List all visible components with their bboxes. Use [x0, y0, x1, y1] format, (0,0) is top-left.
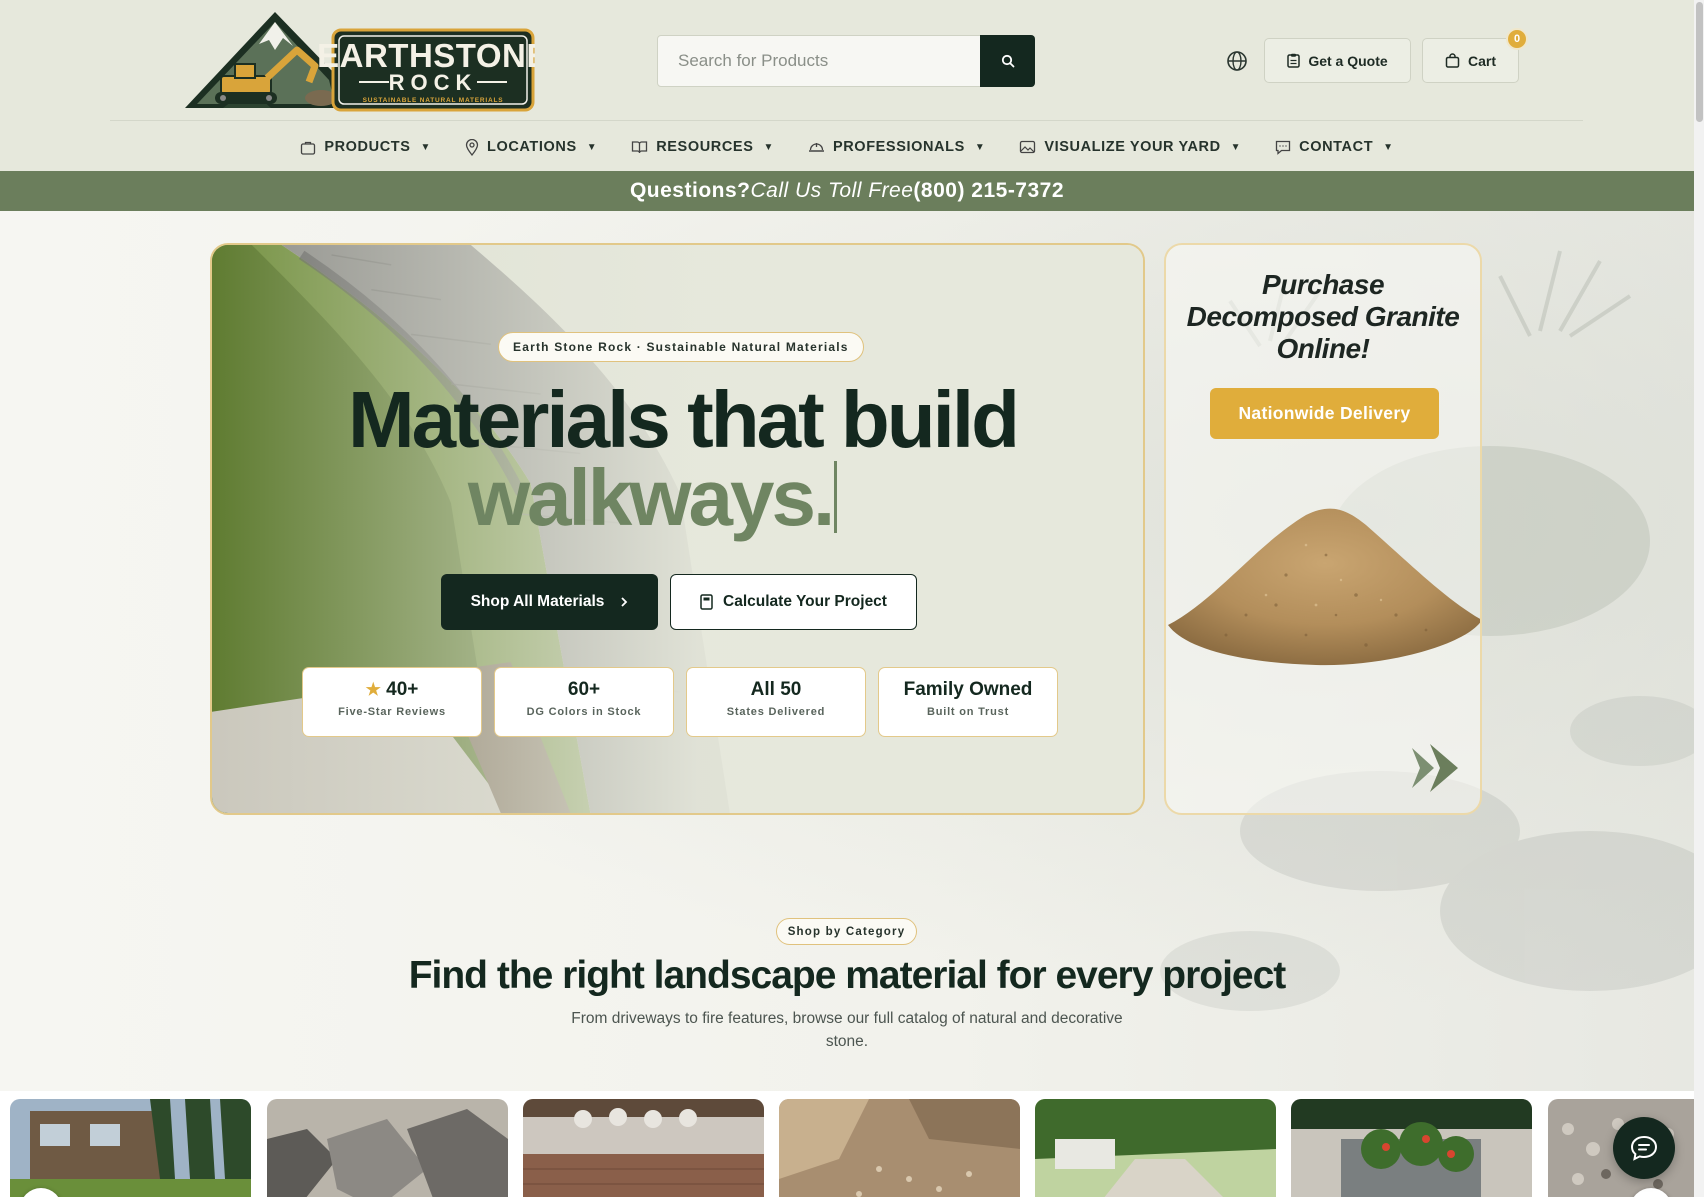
nav-resources[interactable]: RESOURCES ▼ [614, 139, 791, 155]
chat-bubble-icon [1630, 1135, 1658, 1161]
logo-tagline: SUSTAINABLE NATURAL MATERIALS [363, 97, 504, 104]
caret-down-icon: ▼ [974, 141, 986, 153]
logo-wordmark: EARTHSTONE [317, 37, 535, 74]
stat-caption: Five-Star Reviews [338, 706, 446, 718]
shop-all-materials-label: Shop All Materials [470, 593, 605, 610]
clipboard-icon [1287, 53, 1301, 68]
announcement-bar: Questions? Call Us Toll Free (800) 215-7… [0, 171, 1694, 211]
typing-cursor [834, 461, 838, 533]
caret-down-icon: ▼ [586, 141, 598, 153]
nav-visualize-your-yard[interactable]: VISUALIZE YOUR YARD ▼ [1002, 139, 1258, 155]
caret-down-icon: ▼ [420, 141, 431, 153]
calculate-your-project-button[interactable]: Calculate Your Project [670, 574, 917, 630]
category-card[interactable] [523, 1099, 764, 1197]
nav-products[interactable]: PRODUCTS ▼ [283, 139, 448, 155]
nav-products-label: PRODUCTS [324, 139, 411, 155]
stat-value: All 50 [750, 679, 802, 700]
search-bar [657, 35, 1035, 87]
hero-rotating-word: walkways. [467, 453, 835, 542]
category-card[interactable] [779, 1099, 1020, 1197]
category-section-subtitle: From driveways to fire features, browse … [571, 1010, 1123, 1050]
logo-subword: ROCK [389, 70, 478, 95]
stat-value: 60+ [567, 679, 601, 700]
category-section-title: Find the right landscape material for ev… [408, 954, 1287, 997]
earthstone-rock-logo[interactable]: EARTHSTONE ROCK SUSTAINABLE NATURAL MATE… [183, 10, 535, 112]
category-image-garden-path [1035, 1099, 1276, 1197]
category-image-house-lawn [10, 1099, 251, 1197]
nationwide-delivery-button[interactable]: Nationwide Delivery [1210, 388, 1439, 439]
category-eyebrow-pill: Shop by Category [776, 918, 917, 945]
nav-locations-label: LOCATIONS [487, 139, 577, 155]
category-card[interactable] [267, 1099, 508, 1197]
nav-visualize-label: VISUALIZE YOUR YARD [1044, 139, 1221, 155]
nav-resources-label: RESOURCES [656, 139, 754, 155]
category-image-pavers [523, 1099, 764, 1197]
hero-headline: Materials that build walkways. [212, 380, 1143, 538]
announcement-lead: Questions? [629, 179, 751, 202]
caret-down-icon: ▼ [1383, 141, 1394, 153]
stat-dg-colors: 60+ DG Colors in Stock [494, 667, 674, 737]
announcement-middle: Call Us Toll Free [750, 179, 914, 202]
get-a-quote-label: Get a Quote [1308, 52, 1388, 69]
double-chevron-icon [1412, 744, 1458, 792]
stat-value: Family Owned [903, 679, 1033, 700]
category-card[interactable] [1291, 1099, 1532, 1197]
book-icon [632, 141, 648, 154]
promo-title: Purchase Decomposed Granite Online! [1186, 269, 1460, 364]
stat-reviews-value: 40+ [386, 679, 419, 700]
decomposed-granite-pile-image [1168, 508, 1480, 666]
search-input[interactable] [658, 36, 982, 86]
globe-icon[interactable] [1225, 49, 1249, 73]
shopping-bag-icon [1445, 53, 1460, 68]
star-icon: ★ [365, 680, 381, 699]
nav-professionals[interactable]: PROFESSIONALS ▼ [791, 139, 1002, 155]
get-a-quote-button[interactable]: Get a Quote [1264, 38, 1411, 83]
stat-caption: States Delivered [726, 706, 826, 718]
caret-down-icon: ▼ [763, 141, 774, 153]
shop-all-materials-button[interactable]: Shop All Materials [441, 574, 658, 630]
category-image-raised-beds [1291, 1099, 1532, 1197]
chevron-right-icon [621, 597, 628, 607]
calculator-icon [700, 594, 713, 610]
image-icon [1020, 140, 1036, 154]
phone-link[interactable]: (800) 215-7372 [913, 179, 1064, 203]
header-divider [110, 120, 1583, 121]
chat-widget-button[interactable] [1613, 1117, 1675, 1179]
nav-contact-label: CONTACT [1299, 139, 1374, 155]
hero-headline-line2: walkways. [212, 458, 1143, 538]
main-nav: PRODUCTS ▼ LOCATIONS ▼ RESOURCES ▼ PROFE… [0, 126, 1694, 168]
nav-professionals-label: PROFESSIONALS [832, 139, 965, 155]
map-pin-icon [465, 138, 479, 156]
cart-button[interactable]: Cart [1422, 38, 1519, 83]
category-card[interactable] [10, 1099, 251, 1197]
caret-down-icon: ▼ [1230, 141, 1242, 153]
category-card[interactable] [1035, 1099, 1276, 1197]
hero-headline-line1: Materials that build [348, 375, 1020, 464]
stat-reviews: ★ 40+ Five-Star Reviews [302, 667, 482, 737]
category-image-boulders [267, 1099, 508, 1197]
hero-eyebrow-pill: Earth Stone Rock · Sustainable Natural M… [498, 332, 864, 362]
stat-caption: DG Colors in Stock [526, 706, 642, 718]
bag-icon [301, 141, 316, 155]
message-icon [1276, 140, 1291, 155]
scrollbar-thumb[interactable] [1696, 2, 1703, 122]
stat-value: ★ 40+ [303, 679, 481, 701]
promo-card[interactable]: Purchase Decomposed Granite Online! Nati… [1164, 243, 1482, 815]
cart-label: Cart [1467, 52, 1496, 69]
stat-states: All 50 States Delivered [686, 667, 866, 737]
nav-contact[interactable]: CONTACT ▼ [1258, 139, 1411, 155]
page-scrollbar[interactable] [1694, 0, 1704, 1197]
nav-locations[interactable]: LOCATIONS ▼ [448, 138, 614, 156]
stat-caption: Built on Trust [926, 706, 1010, 718]
stat-family-owned: Family Owned Built on Trust [878, 667, 1058, 737]
hero-card: Earth Stone Rock · Sustainable Natural M… [210, 243, 1145, 815]
search-button[interactable] [980, 35, 1035, 87]
site-header: EARTHSTONE ROCK SUSTAINABLE NATURAL MATE… [0, 0, 1694, 171]
calculate-your-project-label: Calculate Your Project [723, 593, 887, 610]
category-image-gravel [779, 1099, 1020, 1197]
cart-count-badge: 0 [1506, 28, 1528, 50]
search-icon [1001, 54, 1014, 68]
hard-hat-icon [808, 143, 824, 152]
